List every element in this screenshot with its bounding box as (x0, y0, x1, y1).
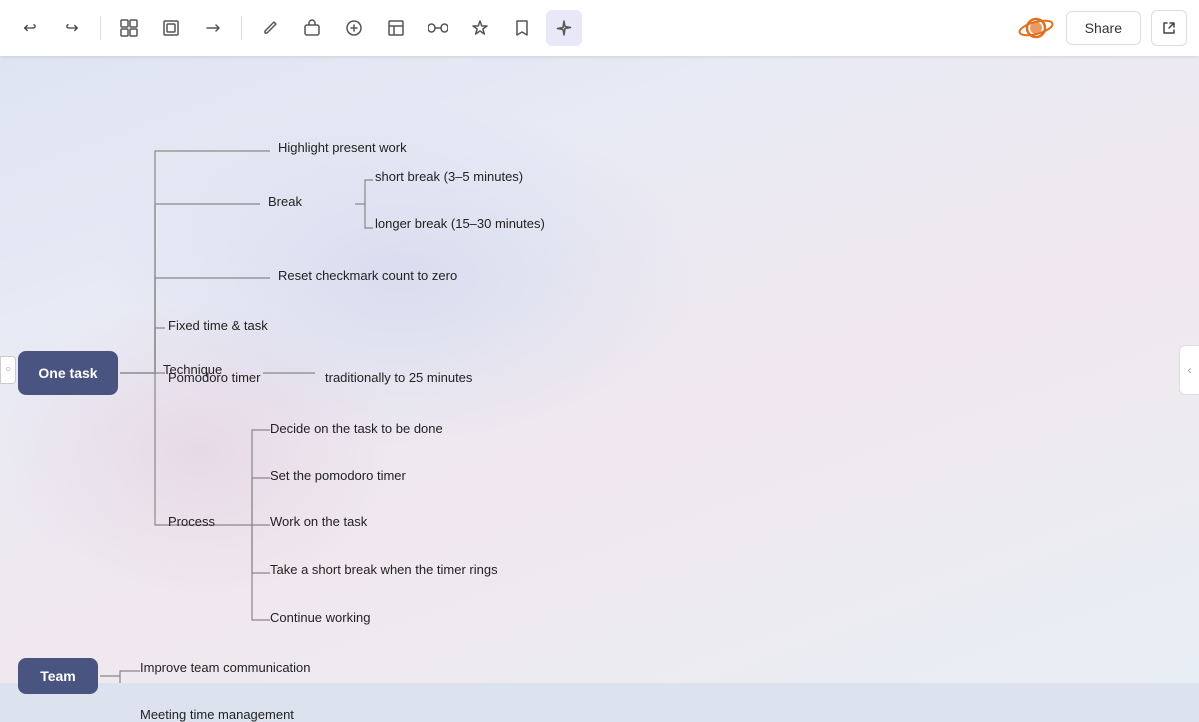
node-short-break2: Take a short break when the timer rings (270, 562, 498, 577)
node-continue: Continue working (270, 610, 370, 625)
shape-button[interactable] (294, 10, 330, 46)
node-improve: Improve team communication (140, 660, 311, 675)
node-one-task[interactable]: One task (18, 351, 118, 395)
redo-button[interactable]: ↪ (54, 10, 90, 46)
ungroup-button[interactable] (153, 10, 189, 46)
node-process: Process (168, 514, 215, 529)
logo (1016, 8, 1056, 48)
node-longer-break: longer break (15–30 minutes) (375, 216, 545, 231)
right-sidebar-toggle[interactable]: ‹ (1179, 345, 1199, 395)
node-team[interactable]: Team (18, 658, 98, 694)
toolbar-separator-2 (241, 16, 242, 40)
sparkle-button[interactable] (546, 10, 582, 46)
toolbar: ↩ ↪ (0, 0, 1199, 56)
left-collapse-button[interactable]: ○ (0, 356, 16, 384)
add-button[interactable] (336, 10, 372, 46)
star-button[interactable] (462, 10, 498, 46)
node-short-break: short break (3–5 minutes) (375, 169, 523, 184)
bookmark-button[interactable] (504, 10, 540, 46)
node-work-task: Work on the task (270, 514, 367, 529)
share-button[interactable]: Share (1066, 11, 1141, 45)
node-reset: Reset checkmark count to zero (278, 268, 457, 283)
undo-button[interactable]: ↩ (12, 10, 48, 46)
infinity-button[interactable] (420, 10, 456, 46)
node-decide: Decide on the task to be done (270, 421, 443, 436)
node-break: Break (268, 194, 302, 209)
toolbar-right: Share (1016, 8, 1187, 48)
toolbar-separator-1 (100, 16, 101, 40)
pen-button[interactable] (252, 10, 288, 46)
node-highlight: Highlight present work (278, 140, 407, 155)
node-meeting: Meeting time management (140, 707, 294, 722)
node-set-timer: Set the pomodoro timer (270, 468, 406, 483)
open-new-button[interactable] (1151, 10, 1187, 46)
table-button[interactable] (378, 10, 414, 46)
toolbar-left: ↩ ↪ (12, 10, 1016, 46)
mindmap-canvas[interactable]: One task Team Technique Break Highlight … (0, 56, 1199, 683)
node-pomodoro: Pomodoro timer (168, 370, 260, 385)
node-fixed-time: Fixed time & task (168, 318, 268, 333)
node-traditionally: traditionally to 25 minutes (325, 370, 472, 385)
connect-button[interactable] (195, 10, 231, 46)
group-button[interactable] (111, 10, 147, 46)
